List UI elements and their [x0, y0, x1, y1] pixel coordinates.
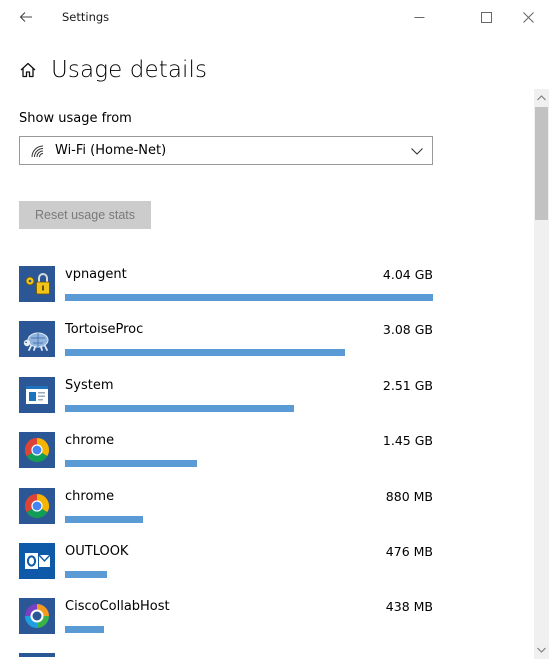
system-window-icon: [19, 376, 55, 413]
scroll-down-button[interactable]: [534, 641, 549, 659]
app-name: chrome: [65, 433, 115, 449]
chevron-down-icon: [537, 647, 546, 653]
usage-bar: [65, 626, 433, 634]
usage-bar: [65, 570, 433, 578]
app-usage: 3.08 GB: [382, 322, 433, 338]
close-button[interactable]: [505, 0, 549, 34]
outlook-icon: [19, 542, 55, 579]
title-bar: Settings: [0, 0, 549, 34]
list-item[interactable]: TortoiseProc 3.08 GB: [19, 313, 439, 368]
usage-bar: [65, 460, 433, 468]
usage-bar-fill: [65, 460, 198, 468]
close-icon: [522, 11, 534, 23]
list-item[interactable]: CiscoCollabHost 438 MB: [19, 590, 439, 645]
app-icon: [19, 652, 55, 657]
list-item[interactable]: System 2.51 GB: [19, 369, 439, 424]
app-name: TortoiseProc: [65, 322, 144, 338]
app-usage: 880 MB: [385, 488, 433, 504]
app-usage-list: vpnagent 4.04 GB TortoiseProc 3.08 GB Sy…: [19, 258, 439, 669]
app-usage: 476 MB: [385, 543, 433, 559]
wifi-icon: [30, 144, 46, 158]
chrome-icon: [19, 487, 55, 524]
app-usage: 438 MB: [385, 599, 433, 615]
list-item[interactable]: [19, 646, 439, 669]
usage-bar: [65, 515, 433, 523]
maximize-icon: [480, 11, 492, 23]
home-icon[interactable]: [19, 60, 39, 80]
minimize-button[interactable]: [396, 0, 442, 34]
scrollbar[interactable]: [534, 89, 549, 659]
vpnagent-lock-icon: [19, 266, 55, 302]
app-name: chrome: [65, 488, 115, 504]
list-item[interactable]: chrome 880 MB: [19, 480, 439, 535]
app-name: System: [65, 377, 114, 393]
app-usage: 4.04 GB: [382, 267, 433, 282]
maximize-button[interactable]: [463, 0, 509, 34]
chrome-icon: [19, 432, 55, 469]
usage-bar-fill: [65, 404, 294, 412]
usage-bar-fill: [65, 349, 346, 357]
app-usage: 1.45 GB: [382, 433, 433, 449]
scroll-up-button[interactable]: [534, 89, 549, 107]
app-usage: 2.51 GB: [382, 377, 433, 393]
usage-bar-fill: [65, 570, 108, 578]
app-name: vpnagent: [65, 267, 127, 282]
page-title: Usage details: [51, 57, 208, 83]
list-item[interactable]: OUTLOOK 476 MB: [19, 535, 439, 590]
app-name: CiscoCollabHost: [65, 599, 170, 615]
list-item[interactable]: vpnagent 4.04 GB: [19, 258, 439, 313]
tortoise-icon: [19, 321, 55, 358]
chevron-up-icon: [537, 95, 546, 101]
usage-bar: [65, 294, 433, 301]
reset-usage-stats-button[interactable]: Reset usage stats: [19, 201, 151, 229]
window-title: Settings: [62, 10, 110, 24]
usage-bar-fill: [65, 294, 433, 301]
back-button[interactable]: [12, 5, 40, 29]
cisco-collab-icon: [19, 598, 55, 635]
usage-source-dropdown[interactable]: Wi-Fi (Home-Net): [19, 136, 433, 165]
scroll-thumb[interactable]: [535, 107, 548, 220]
list-item[interactable]: chrome 1.45 GB: [19, 424, 439, 479]
usage-bar: [65, 349, 433, 357]
chevron-down-icon: [411, 148, 423, 155]
usage-source-value: Wi-Fi (Home-Net): [55, 143, 167, 158]
page-header: Usage details: [19, 55, 207, 85]
usage-bar: [65, 404, 433, 412]
usage-bar-fill: [65, 515, 144, 523]
usage-source-label: Show usage from: [19, 111, 132, 126]
minimize-icon: [414, 16, 424, 18]
app-name: OUTLOOK: [65, 543, 129, 559]
usage-bar-fill: [65, 626, 104, 634]
back-arrow-icon: [19, 12, 32, 22]
